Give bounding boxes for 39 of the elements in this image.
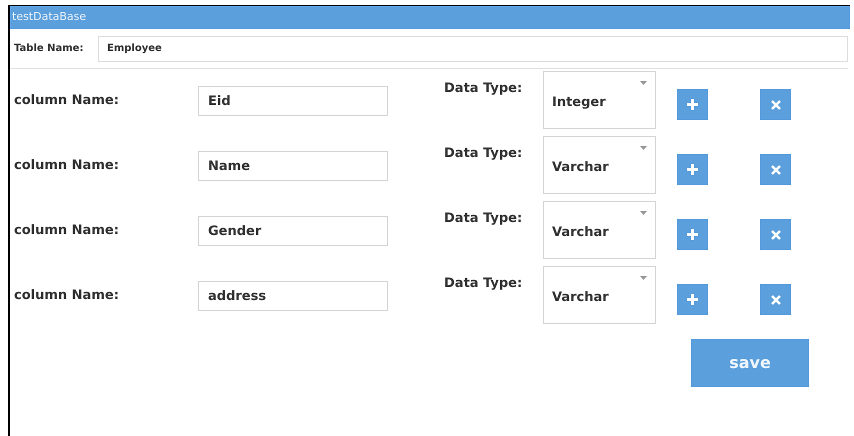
data-type-select[interactable]: Varchar [543,201,656,259]
data-type-select[interactable]: Varchar [543,136,656,194]
column-name-label: column Name: [13,287,120,305]
dropdown-arrow-icon [640,276,647,280]
data-type-select[interactable]: Varchar [543,266,656,324]
delete-button[interactable] [760,284,791,315]
delete-button[interactable] [760,219,791,250]
delete-button[interactable] [760,89,791,120]
dropdown-arrow-icon [640,211,647,215]
plus-icon [687,229,698,240]
close-icon [770,230,780,240]
column-name-field[interactable]: Gender [198,216,388,246]
close-icon [770,100,780,110]
plus-icon [687,294,698,305]
delete-button[interactable] [760,154,791,185]
table-name-label: Table Name: [14,42,84,56]
column-name-field[interactable]: Name [198,151,388,181]
column-name-label: column Name: [13,157,120,175]
data-type-label: Data Type: [444,80,524,98]
column-name-field[interactable]: Eid [198,86,388,116]
window-title: testDataBase [11,9,86,26]
dropdown-arrow-icon [640,81,647,85]
column-name-label: column Name: [13,222,120,240]
add-button[interactable] [677,284,708,315]
data-type-select[interactable]: Integer [543,71,656,129]
data-type-label: Data Type: [444,210,524,228]
table-name-field[interactable]: Employee [98,36,848,62]
data-type-label: Data Type: [444,145,524,163]
data-type-label: Data Type: [444,275,524,293]
add-button[interactable] [677,154,708,185]
add-button[interactable] [677,89,708,120]
plus-icon [687,99,698,110]
column-name-label: column Name: [13,92,120,110]
close-icon [770,164,780,174]
plus-icon [687,164,698,175]
column-name-field[interactable]: address [198,281,388,311]
close-icon [770,294,780,304]
add-button[interactable] [677,219,708,250]
dropdown-arrow-icon [640,146,647,150]
